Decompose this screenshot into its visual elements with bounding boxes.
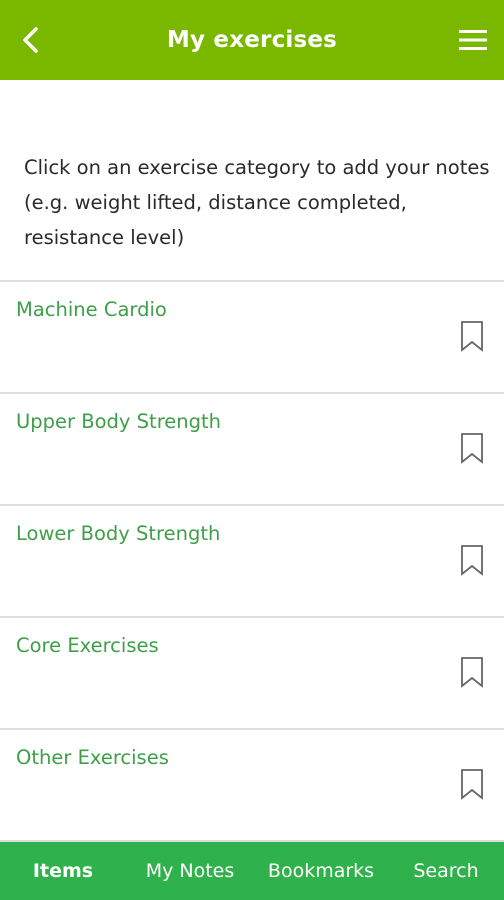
bottom-tab-bar: Items My Notes Bookmarks Search [0,840,504,900]
category-item-machine-cardio[interactable]: Machine Cardio [0,280,504,392]
bookmark-icon[interactable] [460,544,484,576]
bookmark-icon[interactable] [460,768,484,800]
category-item-upper-body-strength[interactable]: Upper Body Strength [0,392,504,504]
chevron-left-icon [23,27,38,53]
category-label: Lower Body Strength [16,522,221,545]
back-button[interactable] [14,22,46,58]
top-app-bar: My exercises [0,0,504,80]
category-item-core-exercises[interactable]: Core Exercises [0,616,504,728]
menu-button[interactable] [458,26,488,54]
tab-search[interactable]: Search [388,860,504,882]
tab-bookmarks[interactable]: Bookmarks [254,860,388,882]
hamburger-menu-icon [459,30,487,50]
category-label: Machine Cardio [16,298,167,321]
intro-text: Click on an exercise category to add you… [24,156,490,249]
category-label: Upper Body Strength [16,410,222,433]
tab-my-notes[interactable]: My Notes [126,860,254,882]
category-label: Core Exercises [16,634,159,657]
bookmark-icon[interactable] [460,320,484,352]
category-list: Machine Cardio Upper Body Strength Lower… [0,280,504,840]
tab-items[interactable]: Items [0,860,126,882]
bookmark-icon[interactable] [460,656,484,688]
bookmark-icon[interactable] [460,432,484,464]
category-item-other-exercises[interactable]: Other Exercises [0,728,504,840]
app-screen: My exercises Click on an exercise catego… [0,0,504,900]
category-label: Other Exercises [16,746,169,769]
category-item-lower-body-strength[interactable]: Lower Body Strength [0,504,504,616]
page-title: My exercises [166,27,338,53]
